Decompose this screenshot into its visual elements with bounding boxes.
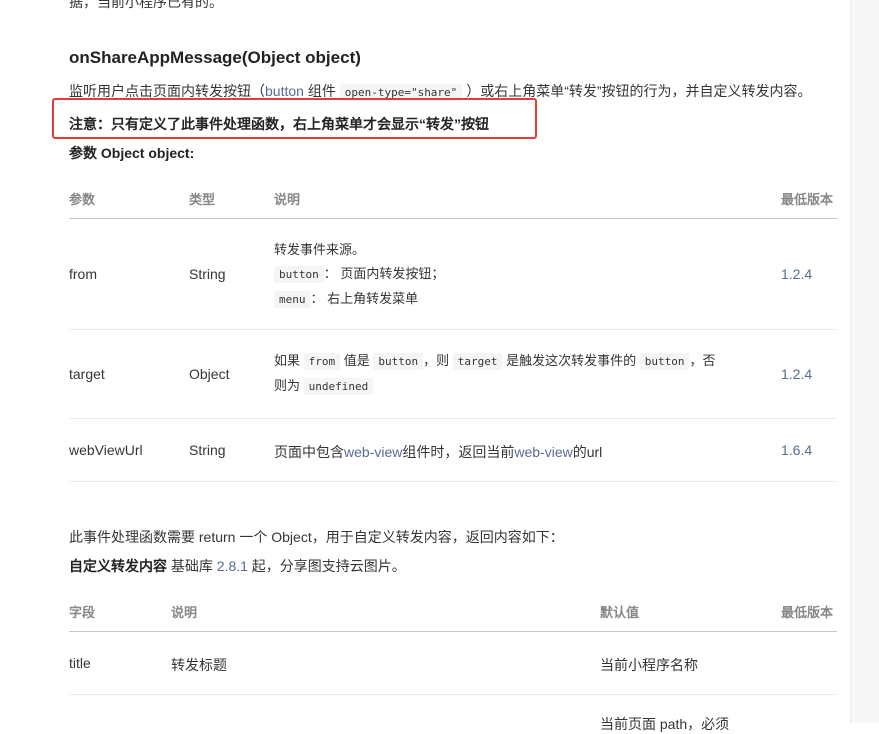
params-title: 参数 Object object: [69, 145, 195, 161]
field-name-title: title [69, 655, 91, 671]
desc-from-line2: button： 页面内转发按钮； [274, 262, 444, 287]
desc-from-text2: ： 右上角转发菜单 [310, 291, 419, 306]
code-from: from [303, 353, 341, 370]
params-header-name: 参数 [69, 192, 96, 207]
param-name-target: target [69, 366, 105, 382]
t: 页面中包含 [274, 444, 344, 460]
t: 基础库 [167, 558, 217, 574]
param-desc-target: 如果 from 值是 button ，则 target 是触发这次转发事件的 bu… [274, 349, 715, 399]
param-name-from: from [69, 266, 97, 282]
params-header-desc: 说明 [274, 192, 301, 207]
cut-off-text: 据，当前小程序已有的。 [69, 0, 223, 10]
web-view-link[interactable]: web-view [514, 444, 572, 460]
description-part2: 组件 [303, 83, 340, 99]
scrollbar-track[interactable] [850, 0, 879, 723]
desc-from-line1: 转发事件来源。 [274, 242, 366, 257]
t: 是触发这次转发事件的 [502, 353, 640, 368]
custom-line: 自定义转发内容 基础库 2.8.1 起，分享图支持云图片。 [69, 556, 406, 576]
field-desc-title: 转发标题 [171, 657, 227, 673]
t: 组件时，返回当前 [402, 444, 515, 460]
param-type-from: String [189, 266, 226, 282]
field-default-cut: 当前页面 path，必须 [600, 716, 730, 732]
param-desc-from: 转发事件来源。 button： 页面内转发按钮； menu： 右上角转发菜单 [274, 238, 444, 312]
code-target: target [452, 353, 503, 370]
desc-from-text1: ： 页面内转发按钮； [323, 266, 445, 281]
param-type-webviewurl: String [189, 442, 226, 458]
t: 起，分享图支持云图片。 [247, 558, 406, 574]
fields-header-desc: 说明 [171, 605, 198, 620]
t: 值是 [340, 353, 374, 368]
code-button: button [639, 353, 690, 370]
t: ，否 [689, 353, 716, 368]
web-view-link[interactable]: web-view [344, 444, 402, 460]
code-menu: menu [274, 291, 311, 308]
params-header-type: 类型 [189, 192, 216, 207]
param-version-target: 1.2.4 [781, 366, 813, 382]
code-button: button [373, 353, 424, 370]
button-component-link[interactable]: button [265, 83, 304, 99]
row-divider [69, 418, 837, 419]
description-part3: ）或右上角菜单“转发”按钮的行为，并自定义转发内容。 [462, 83, 812, 99]
param-name-webviewurl: webViewUrl [69, 442, 143, 458]
custom-bold: 自定义转发内容 [69, 558, 167, 574]
note-text: 注意：只有定义了此事件处理函数，右上角菜单才会显示“转发”按钮 [69, 116, 489, 132]
t: 的url [572, 444, 603, 460]
section-title: onShareAppMessage(Object object) [69, 48, 361, 67]
description-part1: 监听用户点击页面内转发按钮（ [69, 83, 265, 99]
fields-header-divider [69, 631, 837, 632]
fields-header-version: 最低版本 [781, 605, 834, 620]
row-divider [69, 694, 837, 695]
code-button: button [274, 266, 324, 283]
desc-target-line2: 则为 undefined [274, 374, 715, 399]
field-default-title: 当前小程序名称 [600, 657, 698, 673]
row-divider [69, 329, 837, 330]
fields-header-default: 默认值 [600, 605, 640, 620]
param-version-from: 1.2.4 [781, 266, 813, 282]
desc-from-line3: menu： 右上角转发菜单 [274, 287, 444, 312]
param-type-target: Object [189, 366, 230, 382]
fields-header-name: 字段 [69, 605, 96, 620]
param-desc-webviewurl: 页面中包含web-view组件时，返回当前web-view的url [274, 442, 602, 462]
t: 则为 [274, 378, 304, 393]
version-link[interactable]: 2.8.1 [217, 558, 248, 574]
params-header-version: 最低版本 [781, 192, 834, 207]
t: 如果 [274, 353, 304, 368]
return-paragraph: 此事件处理函数需要 return 一个 Object，用于自定义转发内容，返回内… [69, 529, 564, 545]
code-undefined: undefined [303, 378, 374, 395]
t: ，则 [423, 353, 453, 368]
row-divider [69, 481, 837, 482]
param-version-webviewurl: 1.6.4 [781, 442, 813, 458]
desc-target-line1: 如果 from 值是 button ，则 target 是触发这次转发事件的 bu… [274, 349, 715, 374]
params-header-divider [69, 218, 837, 219]
